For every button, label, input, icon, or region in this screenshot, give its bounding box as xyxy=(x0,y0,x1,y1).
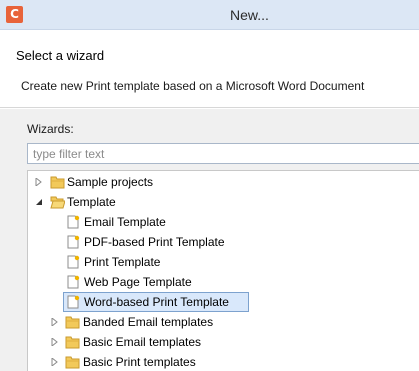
wizard-heading: Select a wizard xyxy=(16,48,105,63)
tree-item-label: Web Page Template xyxy=(84,275,192,289)
tree-item-label: Basic Email templates xyxy=(83,335,202,349)
tree-item-label: PDF-based Print Template xyxy=(84,235,225,249)
expand-arrow-icon[interactable] xyxy=(50,352,60,371)
tree-item-basic-email-templates[interactable]: Basic Email templates xyxy=(28,332,419,352)
tree-item-label: Basic Print templates xyxy=(83,355,196,369)
tree-item-banded-email-templates[interactable]: Banded Email templates xyxy=(28,312,419,332)
tree-item-sample-projects[interactable]: Sample projects xyxy=(28,172,419,192)
tree-item-basic-print-templates[interactable]: Basic Print templates xyxy=(28,352,419,371)
template-file-icon xyxy=(66,255,81,269)
tree-item-email-template[interactable]: Email Template xyxy=(28,212,419,232)
expand-arrow-icon[interactable] xyxy=(50,312,60,332)
tree-item-word-based-print-template[interactable]: Word-based Print Template xyxy=(28,292,419,312)
tree-item-label: Sample projects xyxy=(67,175,154,189)
expand-arrow-icon[interactable] xyxy=(34,172,44,192)
template-file-icon xyxy=(66,215,81,229)
folder-icon xyxy=(65,335,80,349)
filter-input[interactable] xyxy=(27,143,419,164)
collapse-arrow-icon[interactable] xyxy=(34,192,44,212)
template-file-icon xyxy=(66,275,81,289)
tree-item-label: Word-based Print Template xyxy=(84,295,229,309)
expand-arrow-icon[interactable] xyxy=(50,332,60,352)
tree-item-web-page-template[interactable]: Web Page Template xyxy=(28,272,419,292)
tree-item-label: Email Template xyxy=(84,215,166,229)
tree-item-print-template[interactable]: Print Template xyxy=(28,252,419,272)
tree-item-label: Banded Email templates xyxy=(83,315,214,329)
wizard-header: Select a wizard Create new Print templat… xyxy=(0,31,419,108)
tree-item-label: Template xyxy=(67,195,116,209)
folder-open-icon xyxy=(50,195,66,209)
title-bar: C New... xyxy=(0,0,419,30)
window-title: New... xyxy=(230,7,269,23)
wizards-label: Wizards: xyxy=(27,122,74,136)
folder-icon xyxy=(50,175,65,189)
template-file-icon xyxy=(66,235,81,249)
tree-item-pdf-based-print-template[interactable]: PDF-based Print Template xyxy=(28,232,419,252)
tree-item-label: Print Template xyxy=(84,255,161,269)
template-file-icon xyxy=(66,295,81,309)
wizard-description: Create new Print template based on a Mic… xyxy=(21,79,365,93)
tree-item-template[interactable]: Template xyxy=(28,192,419,212)
folder-icon xyxy=(65,315,80,329)
wizard-tree[interactable]: Sample projects Template Email Template … xyxy=(27,170,419,371)
folder-icon xyxy=(65,355,80,369)
